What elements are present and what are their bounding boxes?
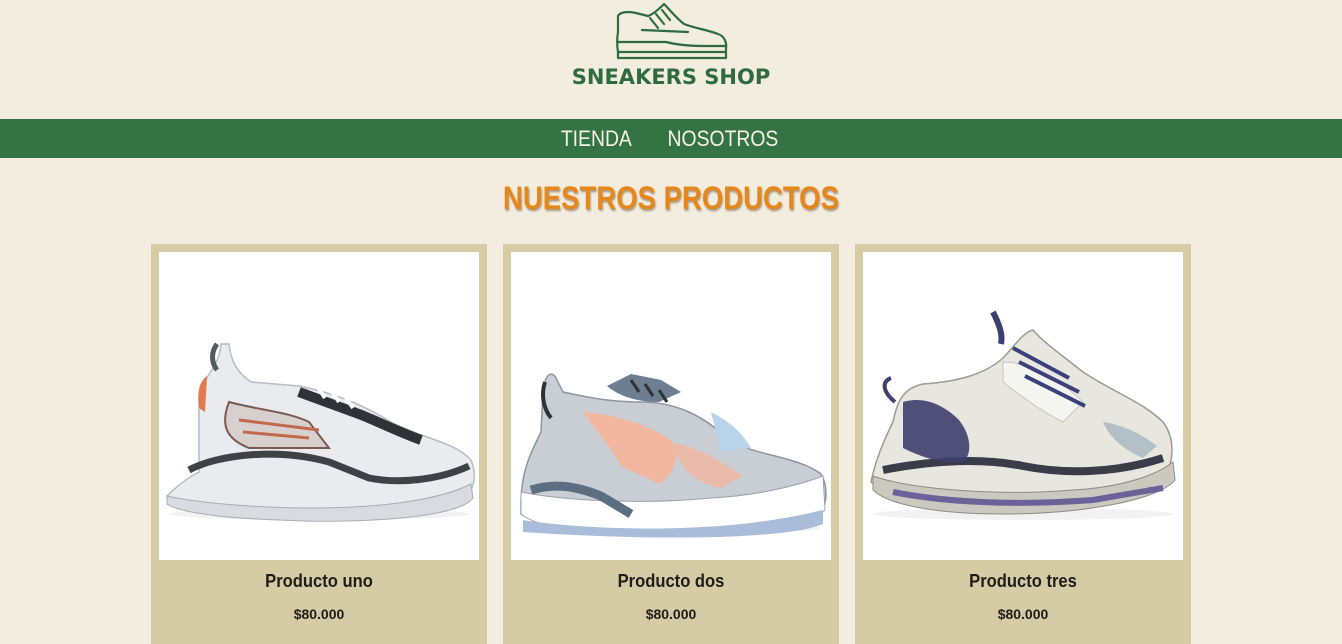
site-header: SNEAKERS SHOP <box>0 0 1342 119</box>
product-price: $80.000 <box>997 606 1049 622</box>
product-image[interactable] <box>511 252 831 560</box>
sneaker-illustration <box>165 342 476 522</box>
product-image[interactable] <box>863 252 1183 560</box>
product-card[interactable]: Producto dos $80.000 <box>503 244 839 644</box>
sneaker-logo-icon[interactable] <box>614 2 730 62</box>
product-name[interactable]: Producto uno <box>164 571 473 592</box>
product-name[interactable]: Producto dos <box>516 571 825 592</box>
product-card[interactable]: Producto uno $80.000 <box>151 244 487 644</box>
product-price: $80.000 <box>645 606 697 622</box>
product-image[interactable] <box>159 252 479 560</box>
section-title: NUESTROS PRODUCTOS <box>503 180 839 216</box>
main-nav: TIENDA NOSOTROS <box>0 119 1342 158</box>
brand-name[interactable]: SNEAKERS SHOP <box>0 65 1342 89</box>
nav-item-nosotros[interactable]: NOSOTROS <box>668 126 779 152</box>
nav-item-tienda[interactable]: TIENDA <box>561 126 632 152</box>
product-name[interactable]: Producto tres <box>868 571 1177 592</box>
sneaker-illustration <box>870 310 1176 520</box>
product-grid: Producto uno $80.000 Producto dos $80.00… <box>151 244 1191 644</box>
product-price: $80.000 <box>293 606 345 622</box>
product-card[interactable]: Producto tres $80.000 <box>855 244 1191 644</box>
sneaker-illustration <box>520 373 827 538</box>
